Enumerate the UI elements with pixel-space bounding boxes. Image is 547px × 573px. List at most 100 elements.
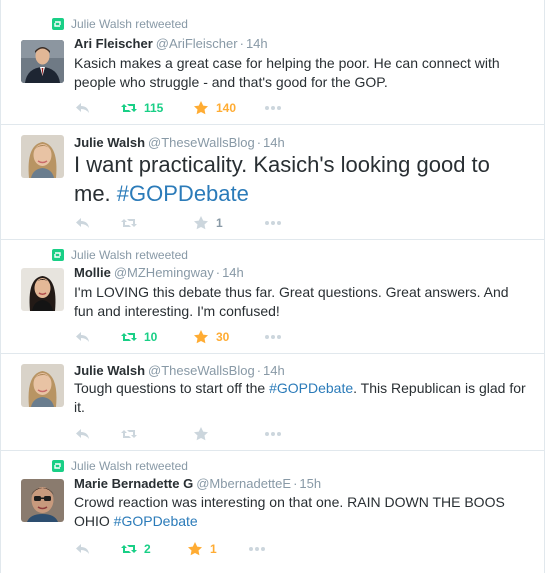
- retweet-context: Julie Walsh retweeted: [52, 248, 188, 262]
- more-button[interactable]: [264, 100, 282, 116]
- retweet-context-label[interactable]: Julie Walsh retweeted: [71, 459, 188, 473]
- tweet-timeline: Julie Walsh retweeted Ari Fleischer @AriF…: [0, 0, 547, 573]
- star-icon: [194, 330, 208, 344]
- reply-button[interactable]: [74, 426, 120, 442]
- retweet-button[interactable]: [120, 215, 192, 231]
- retweet-button[interactable]: 10: [120, 329, 192, 345]
- author-name[interactable]: Ari Fleischer: [74, 36, 153, 51]
- retweet-icon: [52, 249, 64, 261]
- favorite-count: 140: [216, 101, 237, 115]
- author-name[interactable]: Julie Walsh: [74, 135, 145, 150]
- reply-icon: [76, 544, 89, 554]
- tweet-actions: 115 140: [74, 100, 282, 116]
- retweet-button[interactable]: [120, 426, 192, 442]
- tweet-text-body: Tough questions to start off the: [74, 380, 270, 396]
- tweet-timestamp[interactable]: 14h: [263, 363, 285, 378]
- more-button[interactable]: [264, 329, 282, 345]
- more-icon: [249, 547, 265, 551]
- tweet[interactable]: Julie Walsh @TheseWallsBlog · 14h Tough que…: [0, 354, 545, 451]
- retweet-context-label[interactable]: Julie Walsh retweeted: [71, 17, 188, 31]
- author-name[interactable]: Marie Bernadette G: [74, 476, 193, 491]
- tweet-text: Kasich makes a great case for helping th…: [74, 55, 500, 90]
- star-icon: [188, 542, 202, 556]
- tweet[interactable]: Julie Walsh retweeted Marie Bernadette G…: [0, 451, 545, 573]
- reply-icon: [76, 103, 89, 113]
- reply-button[interactable]: [74, 100, 120, 116]
- reply-button[interactable]: [74, 541, 120, 557]
- favorite-button[interactable]: 140: [192, 100, 264, 116]
- favorite-count: 1: [210, 542, 217, 556]
- tweet-timestamp[interactable]: 14h: [246, 36, 268, 51]
- more-icon: [265, 432, 281, 436]
- author-handle[interactable]: @AriFleischer: [156, 36, 238, 51]
- retweet-icon: [52, 460, 64, 472]
- retweet-icon: [52, 18, 64, 30]
- reply-icon: [76, 429, 89, 439]
- more-button[interactable]: [264, 426, 282, 442]
- hashtag-link[interactable]: #GOPDebate: [269, 380, 353, 396]
- tweet-timestamp[interactable]: 14h: [263, 135, 285, 150]
- tweet[interactable]: Julie Walsh @TheseWallsBlog · 14h I want pr…: [0, 125, 545, 240]
- reply-button[interactable]: [74, 329, 120, 345]
- avatar[interactable]: [21, 364, 64, 407]
- tweet-actions: [74, 426, 282, 442]
- tweet-actions: 1: [74, 215, 282, 231]
- tweet-header: Julie Walsh @TheseWallsBlog · 14h: [74, 363, 285, 378]
- tweet-actions: 2 1: [74, 541, 266, 557]
- favorite-button[interactable]: 1: [186, 541, 248, 557]
- retweet-count: 10: [144, 330, 158, 344]
- retweet-count: 115: [144, 101, 164, 115]
- retweet-button[interactable]: 115: [120, 100, 192, 116]
- tweet-header: Ari Fleischer @AriFleischer · 14h: [74, 36, 268, 51]
- more-button[interactable]: [264, 215, 282, 231]
- retweet-context-label[interactable]: Julie Walsh retweeted: [71, 248, 188, 262]
- reply-icon: [76, 218, 89, 228]
- retweet-icon: [121, 104, 137, 112]
- tweet-header: Marie Bernadette G @MbernadetteE · 15h: [74, 476, 322, 491]
- retweet-context: Julie Walsh retweeted: [52, 459, 188, 473]
- author-handle[interactable]: @MbernadetteE: [196, 476, 291, 491]
- more-icon: [265, 106, 281, 110]
- tweet-timestamp[interactable]: 14h: [222, 265, 244, 280]
- tweet-timestamp[interactable]: 15h: [299, 476, 321, 491]
- author-name[interactable]: Mollie: [74, 265, 111, 280]
- tweet[interactable]: Julie Walsh retweeted Mollie @MZHemingway…: [0, 240, 545, 354]
- retweet-button[interactable]: 2: [120, 541, 186, 557]
- more-button[interactable]: [248, 541, 266, 557]
- favorite-button[interactable]: 1: [192, 215, 264, 231]
- tweet-header: Mollie @MZHemingway · 14h: [74, 265, 244, 280]
- tweet-header: Julie Walsh @TheseWallsBlog · 14h: [74, 135, 285, 150]
- favorite-button[interactable]: 30: [192, 329, 264, 345]
- reply-icon: [76, 332, 89, 342]
- star-icon: [194, 216, 208, 230]
- avatar[interactable]: [21, 135, 64, 178]
- tweet[interactable]: Julie Walsh retweeted Ari Fleischer @AriF…: [0, 0, 545, 125]
- favorite-button[interactable]: [192, 426, 264, 442]
- retweet-count: 2: [144, 542, 151, 556]
- retweet-icon: [121, 430, 137, 438]
- star-icon: [194, 427, 208, 441]
- star-icon: [194, 101, 208, 115]
- author-handle[interactable]: @TheseWallsBlog: [148, 135, 255, 150]
- retweet-context: Julie Walsh retweeted: [52, 17, 188, 31]
- author-handle[interactable]: @MZHemingway: [114, 265, 214, 280]
- tweet-text: Tough questions to start off the #GOPDeb…: [74, 379, 529, 417]
- tweet-actions: 10 30: [74, 329, 282, 345]
- more-icon: [265, 221, 281, 225]
- retweet-icon: [121, 219, 137, 227]
- tweet-text: I want practicality. Kasich's looking go…: [74, 150, 529, 208]
- hashtag-link[interactable]: #GOPDebate: [117, 181, 249, 206]
- avatar[interactable]: [21, 40, 64, 83]
- avatar[interactable]: [21, 479, 64, 522]
- author-name[interactable]: Julie Walsh: [74, 363, 145, 378]
- tweet-text: Crowd reaction was interesting on that o…: [74, 493, 529, 531]
- reply-button[interactable]: [74, 215, 120, 231]
- more-icon: [265, 335, 281, 339]
- author-handle[interactable]: @TheseWallsBlog: [148, 363, 255, 378]
- tweet-text: I'm LOVING this debate thus far. Great q…: [74, 284, 509, 319]
- favorite-count: 1: [216, 216, 223, 230]
- hashtag-link[interactable]: #GOPDebate: [114, 513, 198, 529]
- avatar[interactable]: [21, 268, 64, 311]
- favorite-count: 30: [216, 330, 230, 344]
- retweet-icon: [121, 333, 137, 341]
